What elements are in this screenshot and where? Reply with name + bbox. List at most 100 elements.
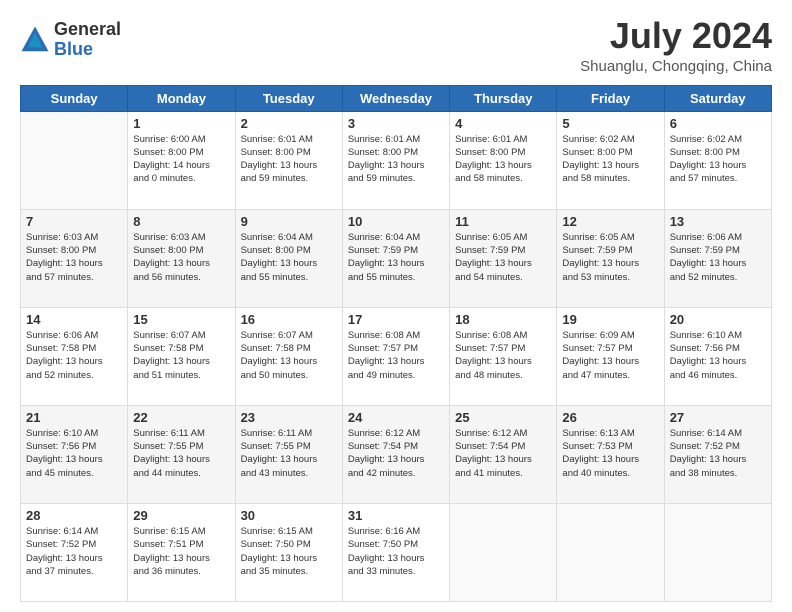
table-row: 5 Sunrise: 6:02 AM Sunset: 8:00 PM Daylig… (557, 111, 664, 209)
day-number: 23 (241, 410, 337, 425)
day-info: Sunrise: 6:06 AM Sunset: 7:59 PM Dayligh… (670, 231, 766, 284)
location: Shuanglu, Chongqing, China (580, 58, 772, 75)
col-saturday: Saturday (664, 85, 771, 111)
day-info: Sunrise: 6:12 AM Sunset: 7:54 PM Dayligh… (348, 427, 444, 480)
day-info: Sunrise: 6:06 AM Sunset: 7:58 PM Dayligh… (26, 329, 122, 382)
table-row: 30 Sunrise: 6:15 AM Sunset: 7:50 PM Dayli… (235, 503, 342, 601)
day-info: Sunrise: 6:11 AM Sunset: 7:55 PM Dayligh… (133, 427, 229, 480)
day-number: 1 (133, 116, 229, 131)
table-row: 6Sunrise: 6:02 AM Sunset: 8:00 PM Daylig… (664, 111, 771, 209)
day-number: 5 (562, 116, 658, 131)
day-number: 28 (26, 508, 122, 523)
day-number: 13 (670, 214, 766, 229)
day-number: 10 (348, 214, 444, 229)
table-row (664, 503, 771, 601)
col-thursday: Thursday (450, 85, 557, 111)
col-sunday: Sunday (21, 85, 128, 111)
day-number: 3 (348, 116, 444, 131)
calendar-week-row: 7 Sunrise: 6:03 AM Sunset: 8:00 PM Daylig… (21, 209, 772, 307)
table-row: 14Sunrise: 6:06 AM Sunset: 7:58 PM Dayli… (21, 307, 128, 405)
day-info: Sunrise: 6:01 AM Sunset: 8:00 PM Dayligh… (455, 133, 551, 186)
table-row: 9Sunrise: 6:04 AM Sunset: 8:00 PM Daylig… (235, 209, 342, 307)
table-row: 18Sunrise: 6:08 AM Sunset: 7:57 PM Dayli… (450, 307, 557, 405)
day-number: 27 (670, 410, 766, 425)
calendar-week-row: 21 Sunrise: 6:10 AM Sunset: 7:56 PM Dayli… (21, 405, 772, 503)
col-monday: Monday (128, 85, 235, 111)
calendar-header-row: Sunday Monday Tuesday Wednesday Thursday… (21, 85, 772, 111)
day-info: Sunrise: 6:04 AM Sunset: 7:59 PM Dayligh… (348, 231, 444, 284)
day-info: Sunrise: 6:03 AM Sunset: 8:00 PM Dayligh… (133, 231, 229, 284)
logo-icon (20, 25, 50, 55)
table-row: 3 Sunrise: 6:01 AM Sunset: 8:00 PM Daylig… (342, 111, 449, 209)
day-number: 24 (348, 410, 444, 425)
col-tuesday: Tuesday (235, 85, 342, 111)
day-number: 8 (133, 214, 229, 229)
day-number: 30 (241, 508, 337, 523)
table-row (450, 503, 557, 601)
calendar-table: Sunday Monday Tuesday Wednesday Thursday… (20, 85, 772, 602)
day-number: 9 (241, 214, 337, 229)
day-info: Sunrise: 6:01 AM Sunset: 8:00 PM Dayligh… (348, 133, 444, 186)
day-info: Sunrise: 6:15 AM Sunset: 7:50 PM Dayligh… (241, 525, 337, 578)
day-number: 6 (670, 116, 766, 131)
day-number: 12 (562, 214, 658, 229)
day-info: Sunrise: 6:02 AM Sunset: 8:00 PM Dayligh… (562, 133, 658, 186)
day-info: Sunrise: 6:07 AM Sunset: 7:58 PM Dayligh… (241, 329, 337, 382)
table-row: 13 Sunrise: 6:06 AM Sunset: 7:59 PM Dayli… (664, 209, 771, 307)
day-number: 20 (670, 312, 766, 327)
header: General Blue July 2024 Shuanglu, Chongqi… (20, 16, 772, 75)
day-number: 29 (133, 508, 229, 523)
day-number: 21 (26, 410, 122, 425)
table-row (557, 503, 664, 601)
calendar-week-row: 14Sunrise: 6:06 AM Sunset: 7:58 PM Dayli… (21, 307, 772, 405)
day-info: Sunrise: 6:14 AM Sunset: 7:52 PM Dayligh… (670, 427, 766, 480)
day-number: 31 (348, 508, 444, 523)
table-row: 24 Sunrise: 6:12 AM Sunset: 7:54 PM Dayli… (342, 405, 449, 503)
day-info: Sunrise: 6:12 AM Sunset: 7:54 PM Dayligh… (455, 427, 551, 480)
col-wednesday: Wednesday (342, 85, 449, 111)
day-info: Sunrise: 6:15 AM Sunset: 7:51 PM Dayligh… (133, 525, 229, 578)
day-number: 26 (562, 410, 658, 425)
table-row: 1 Sunrise: 6:00 AM Sunset: 8:00 PM Daylig… (128, 111, 235, 209)
calendar-week-row: 28 Sunrise: 6:14 AM Sunset: 7:52 PM Dayli… (21, 503, 772, 601)
day-number: 16 (241, 312, 337, 327)
day-info: Sunrise: 6:09 AM Sunset: 7:57 PM Dayligh… (562, 329, 658, 382)
day-info: Sunrise: 6:11 AM Sunset: 7:55 PM Dayligh… (241, 427, 337, 480)
day-info: Sunrise: 6:13 AM Sunset: 7:53 PM Dayligh… (562, 427, 658, 480)
table-row: 25Sunrise: 6:12 AM Sunset: 7:54 PM Dayli… (450, 405, 557, 503)
table-row: 4 Sunrise: 6:01 AM Sunset: 8:00 PM Daylig… (450, 111, 557, 209)
col-friday: Friday (557, 85, 664, 111)
table-row: 17Sunrise: 6:08 AM Sunset: 7:57 PM Dayli… (342, 307, 449, 405)
table-row: 28 Sunrise: 6:14 AM Sunset: 7:52 PM Dayli… (21, 503, 128, 601)
day-number: 19 (562, 312, 658, 327)
day-number: 4 (455, 116, 551, 131)
month-year: July 2024 (580, 16, 772, 56)
table-row: 27 Sunrise: 6:14 AM Sunset: 7:52 PM Dayli… (664, 405, 771, 503)
table-row: 10 Sunrise: 6:04 AM Sunset: 7:59 PM Dayli… (342, 209, 449, 307)
table-row: 22Sunrise: 6:11 AM Sunset: 7:55 PM Dayli… (128, 405, 235, 503)
day-info: Sunrise: 6:00 AM Sunset: 8:00 PM Dayligh… (133, 133, 229, 186)
day-number: 7 (26, 214, 122, 229)
table-row: 23 Sunrise: 6:11 AM Sunset: 7:55 PM Dayli… (235, 405, 342, 503)
table-row: 19 Sunrise: 6:09 AM Sunset: 7:57 PM Dayli… (557, 307, 664, 405)
day-info: Sunrise: 6:14 AM Sunset: 7:52 PM Dayligh… (26, 525, 122, 578)
day-number: 18 (455, 312, 551, 327)
table-row: 15Sunrise: 6:07 AM Sunset: 7:58 PM Dayli… (128, 307, 235, 405)
table-row (21, 111, 128, 209)
table-row: 20 Sunrise: 6:10 AM Sunset: 7:56 PM Dayli… (664, 307, 771, 405)
table-row: 8 Sunrise: 6:03 AM Sunset: 8:00 PM Daylig… (128, 209, 235, 307)
table-row: 29 Sunrise: 6:15 AM Sunset: 7:51 PM Dayli… (128, 503, 235, 601)
logo-text: General Blue (54, 20, 121, 60)
day-info: Sunrise: 6:05 AM Sunset: 7:59 PM Dayligh… (455, 231, 551, 284)
table-row: 26 Sunrise: 6:13 AM Sunset: 7:53 PM Dayli… (557, 405, 664, 503)
day-info: Sunrise: 6:01 AM Sunset: 8:00 PM Dayligh… (241, 133, 337, 186)
table-row: 11Sunrise: 6:05 AM Sunset: 7:59 PM Dayli… (450, 209, 557, 307)
day-number: 2 (241, 116, 337, 131)
day-info: Sunrise: 6:10 AM Sunset: 7:56 PM Dayligh… (26, 427, 122, 480)
table-row: 2 Sunrise: 6:01 AM Sunset: 8:00 PM Daylig… (235, 111, 342, 209)
day-number: 15 (133, 312, 229, 327)
page: General Blue July 2024 Shuanglu, Chongqi… (0, 0, 792, 612)
table-row: 21 Sunrise: 6:10 AM Sunset: 7:56 PM Dayli… (21, 405, 128, 503)
day-info: Sunrise: 6:10 AM Sunset: 7:56 PM Dayligh… (670, 329, 766, 382)
logo: General Blue (20, 20, 121, 60)
